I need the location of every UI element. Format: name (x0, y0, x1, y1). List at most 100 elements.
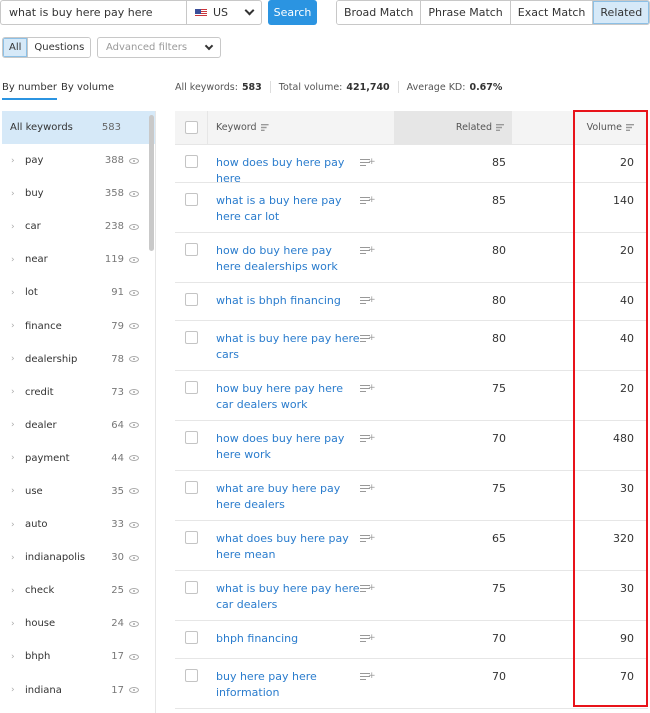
sidebar-item-car[interactable]: › car 238 (2, 210, 155, 243)
column-header-related[interactable]: Related (394, 110, 512, 145)
add-to-list-icon[interactable] (360, 672, 376, 682)
chevron-right-icon[interactable]: › (11, 189, 25, 199)
eye-icon[interactable] (129, 455, 139, 462)
add-to-list-icon[interactable] (360, 334, 376, 344)
eye-icon[interactable] (129, 356, 139, 363)
sidebar-item-dealership[interactable]: › dealership 78 (2, 343, 155, 376)
eye-icon[interactable] (129, 554, 139, 561)
keyword-link[interactable]: what is buy here pay here cars (208, 331, 360, 363)
row-checkbox[interactable] (185, 431, 198, 444)
sidebar-item-payment[interactable]: › payment 44 (2, 442, 155, 475)
eye-icon[interactable] (129, 521, 139, 528)
add-to-list-icon[interactable] (360, 384, 376, 394)
add-to-list-icon[interactable] (360, 434, 376, 444)
chevron-right-icon[interactable]: › (11, 222, 25, 232)
add-to-list-icon[interactable] (360, 196, 376, 206)
eye-icon[interactable] (129, 620, 139, 627)
row-checkbox[interactable] (185, 669, 198, 682)
chevron-right-icon[interactable]: › (11, 255, 25, 265)
chevron-right-icon[interactable]: › (11, 288, 25, 298)
chevron-right-icon[interactable]: › (11, 420, 25, 430)
tab-exact-match[interactable]: Exact Match (510, 1, 594, 24)
sidebar-item-pay[interactable]: › pay 388 (2, 144, 155, 177)
sidebar-item-indianapolis[interactable]: › indianapolis 30 (2, 541, 155, 574)
add-to-list-icon[interactable] (360, 158, 376, 168)
select-all-checkbox[interactable] (184, 121, 198, 134)
keyword-search-input[interactable] (0, 0, 186, 25)
column-header-keyword[interactable]: Keyword (208, 122, 394, 133)
row-checkbox[interactable] (185, 581, 198, 594)
tab-phrase-match[interactable]: Phrase Match (421, 1, 511, 24)
eye-icon[interactable] (129, 587, 139, 594)
search-button[interactable]: Search (268, 0, 317, 25)
eye-icon[interactable] (129, 687, 139, 694)
sidebar-item-indiana[interactable]: › indiana 17 (2, 674, 155, 707)
tab-related[interactable]: Related (593, 1, 650, 24)
row-checkbox[interactable] (185, 481, 198, 494)
chevron-right-icon[interactable]: › (11, 486, 25, 496)
keyword-link[interactable]: what is bhph financing (208, 293, 360, 309)
chevron-right-icon[interactable]: › (11, 387, 25, 397)
eye-icon[interactable] (129, 289, 139, 296)
row-checkbox[interactable] (185, 293, 198, 306)
keyword-link[interactable]: how does buy here pay here (208, 155, 360, 187)
chevron-right-icon[interactable]: › (11, 321, 25, 331)
sidebar-item-credit[interactable]: › credit 73 (2, 376, 155, 409)
add-to-list-icon[interactable] (360, 484, 376, 494)
row-checkbox[interactable] (185, 155, 198, 168)
chevron-right-icon[interactable]: › (11, 652, 25, 662)
row-checkbox[interactable] (185, 381, 198, 394)
tab-broad-match[interactable]: Broad Match (337, 1, 422, 24)
sidebar-item-auto[interactable]: › auto 33 (2, 508, 155, 541)
row-checkbox[interactable] (185, 331, 198, 344)
row-checkbox[interactable] (185, 531, 198, 544)
keyword-link[interactable]: how do buy here pay here dealerships wor… (208, 243, 360, 275)
eye-icon[interactable] (129, 256, 139, 263)
eye-icon[interactable] (129, 157, 139, 164)
eye-icon[interactable] (129, 653, 139, 660)
chevron-right-icon[interactable]: › (11, 453, 25, 463)
keyword-link[interactable]: how does buy here pay here work (208, 431, 360, 463)
eye-icon[interactable] (129, 190, 139, 197)
advanced-filters-dropdown[interactable]: Advanced filters (97, 37, 221, 58)
filter-questions-button[interactable]: Questions (28, 38, 91, 57)
tab-by-volume[interactable]: By volume (61, 82, 114, 93)
sidebar-item-near[interactable]: › near 119 (2, 243, 155, 276)
chevron-right-icon[interactable]: › (11, 156, 25, 166)
chevron-right-icon[interactable]: › (11, 354, 25, 364)
chevron-right-icon[interactable]: › (11, 619, 25, 629)
eye-icon[interactable] (129, 422, 139, 429)
eye-icon[interactable] (129, 323, 139, 330)
row-checkbox[interactable] (185, 243, 198, 256)
keyword-link[interactable]: how buy here pay here car dealers work (208, 381, 360, 413)
keyword-link[interactable]: what are buy here pay here dealers (208, 481, 360, 513)
add-to-list-icon[interactable] (360, 634, 376, 644)
keyword-link[interactable]: buy here pay here information (208, 669, 360, 701)
sidebar-scrollbar[interactable] (149, 115, 154, 251)
add-to-list-icon[interactable] (360, 246, 376, 256)
chevron-right-icon[interactable]: › (11, 553, 25, 563)
keyword-link[interactable]: what is a buy here pay here car lot (208, 193, 360, 225)
tab-by-number[interactable]: By number (2, 82, 57, 100)
row-checkbox[interactable] (185, 193, 198, 206)
sidebar-item-buy[interactable]: › buy 358 (2, 177, 155, 210)
chevron-right-icon[interactable]: › (11, 586, 25, 596)
database-select[interactable]: US (186, 0, 262, 25)
eye-icon[interactable] (129, 389, 139, 396)
filter-all-button[interactable]: All (3, 38, 29, 57)
keyword-link[interactable]: what is buy here pay here car dealers (208, 581, 360, 613)
sidebar-item-finance[interactable]: › finance 79 (2, 309, 155, 342)
sidebar-item-bhph[interactable]: › bhph 17 (2, 640, 155, 673)
add-to-list-icon[interactable] (360, 296, 376, 306)
add-to-list-icon[interactable] (360, 584, 376, 594)
sidebar-item-use[interactable]: › use 35 (2, 475, 155, 508)
chevron-right-icon[interactable]: › (11, 685, 25, 695)
chevron-right-icon[interactable]: › (11, 520, 25, 530)
sidebar-item-all-keywords[interactable]: All keywords 583 (2, 111, 155, 144)
keyword-link[interactable]: what does buy here pay here mean (208, 531, 360, 563)
keyword-link[interactable]: bhph financing (208, 631, 360, 647)
sidebar-item-check[interactable]: › check 25 (2, 574, 155, 607)
row-checkbox[interactable] (185, 631, 198, 644)
sidebar-item-dealer[interactable]: › dealer 64 (2, 409, 155, 442)
eye-icon[interactable] (129, 223, 139, 230)
